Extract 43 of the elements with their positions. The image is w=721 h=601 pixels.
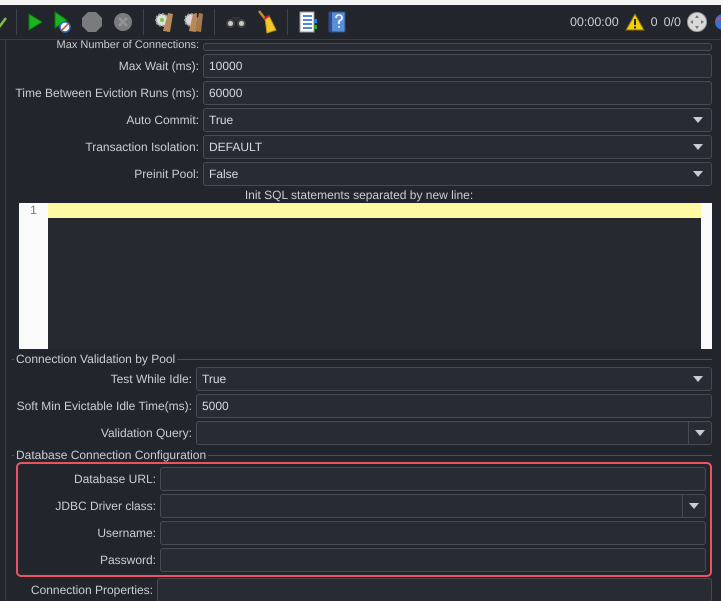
dropdown[interactable]: DEFAULT: [203, 135, 712, 159]
input-field[interactable]: 10000: [203, 54, 712, 78]
field-label: Validation Query:: [100, 426, 192, 440]
field-label: Transaction Isolation:: [84, 140, 199, 154]
input-field[interactable]: [160, 521, 706, 545]
field-label: Auto Commit:: [125, 113, 199, 127]
dropdown-arrow-icon: [693, 144, 703, 150]
line-number: 1: [30, 203, 37, 218]
help-book-icon[interactable]: [326, 9, 348, 35]
field-label: Username:: [96, 526, 156, 540]
broom-icon[interactable]: [255, 8, 279, 36]
dropdown[interactable]: False: [203, 162, 712, 186]
dropdown[interactable]: True: [196, 367, 712, 391]
input-field[interactable]: 5000: [196, 394, 712, 418]
warning-icon[interactable]: [624, 13, 645, 31]
field-label: Max Wait (ms):: [118, 59, 199, 73]
warning-count: 0: [650, 15, 658, 29]
section-title: Database Connection Configuration: [15, 448, 208, 462]
thread-count: 0/0: [664, 15, 681, 29]
elapsed-time: 00:00:00: [570, 15, 619, 29]
field-label: Connection Properties:: [30, 583, 153, 597]
field-label: Test While Idle:: [110, 372, 192, 386]
input-field[interactable]: [157, 578, 712, 601]
field-label: Database URL:: [72, 472, 156, 486]
status-icon: [687, 12, 707, 32]
field-label: Time Between Eviction Runs (ms):: [14, 86, 199, 100]
dropdown-arrow-icon: [693, 117, 703, 123]
section-title: Connection Validation by Pool: [15, 352, 176, 366]
dropdown-arrow-icon: [693, 376, 703, 382]
field-label: Max Number of Connections:: [56, 40, 199, 51]
field-label: Soft Min Evictable Idle Time(ms):: [16, 399, 192, 413]
input-field[interactable]: [160, 467, 706, 491]
dropdown-arrow-icon: [693, 171, 703, 177]
input-field[interactable]: [203, 43, 712, 51]
field-label: Password:: [98, 553, 156, 567]
input-field[interactable]: 60000: [203, 81, 712, 105]
dropdown[interactable]: True: [203, 108, 712, 132]
editor-label: Init SQL statements separated by new line:: [244, 188, 474, 202]
sql-editor[interactable]: 1: [19, 203, 712, 349]
input-field[interactable]: [160, 548, 706, 572]
field-label: JDBC Driver class:: [54, 499, 156, 513]
globe-icon[interactable]: [713, 12, 721, 32]
field-label: Preinit Pool:: [133, 167, 199, 181]
